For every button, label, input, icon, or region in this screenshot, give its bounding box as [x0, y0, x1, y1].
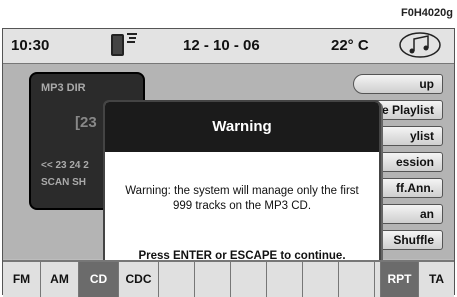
date: 12 - 10 - 06 — [183, 37, 260, 54]
dialog-title: Warning — [105, 102, 379, 152]
tab-empty-5[interactable] — [303, 262, 339, 297]
tab-am[interactable]: AM — [41, 262, 79, 297]
temperature: 22° C — [331, 37, 369, 54]
figure-code: F0H4020g — [401, 7, 453, 19]
tab-empty-4[interactable] — [267, 262, 303, 297]
phone-icon — [111, 34, 124, 56]
tab-cd[interactable]: CD — [79, 262, 119, 297]
signal-icon — [127, 33, 137, 43]
tab-cdc[interactable]: CDC — [119, 262, 159, 297]
tab-fm[interactable]: FM — [3, 262, 41, 297]
tab-ta[interactable]: TA — [419, 262, 454, 297]
track-list: << 23 24 2 — [41, 160, 89, 171]
tab-empty-2[interactable] — [195, 262, 231, 297]
dialog-message: Warning: the system will manage only the… — [125, 185, 359, 212]
tab-empty-6[interactable] — [339, 262, 375, 297]
warning-dialog: Warning Warning: the system will manage … — [103, 100, 381, 280]
main-content: MP3 DIR [23 << 23 24 2 SCAN SH up e Play… — [3, 64, 454, 280]
tab-empty-1[interactable] — [159, 262, 195, 297]
scan-label: SCAN SH — [41, 177, 87, 188]
track-number: [23 — [75, 114, 97, 131]
music-note-icon — [399, 32, 441, 58]
bottom-tab-bar: FM AM CD CDC RPT TA — [3, 260, 454, 297]
radio-screen: 10:30 12 - 10 - 06 22° C MP3 DIR [23 << … — [2, 28, 455, 297]
status-bar: 10:30 12 - 10 - 06 22° C — [3, 29, 454, 64]
tab-rpt[interactable]: RPT — [381, 262, 419, 297]
tab-empty-3[interactable] — [231, 262, 267, 297]
menu-button-1[interactable]: up — [353, 74, 443, 94]
clock: 10:30 — [11, 37, 50, 54]
mp3-dir-label: MP3 DIR — [41, 82, 86, 94]
